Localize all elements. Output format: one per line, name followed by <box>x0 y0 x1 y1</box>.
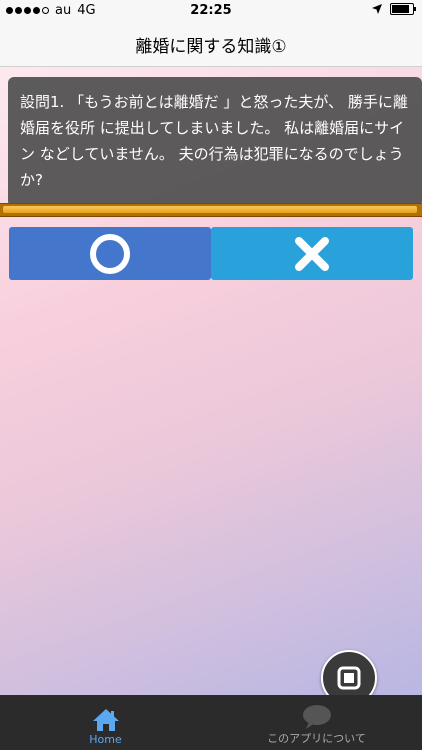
status-right <box>372 3 416 15</box>
stop-icon <box>337 666 361 690</box>
location-arrow-icon <box>372 4 382 14</box>
progress-fill <box>3 206 417 213</box>
home-icon <box>92 709 119 731</box>
tab-home[interactable]: Home <box>0 695 211 750</box>
question-text: 設問1. 「もうお前とは離婚だ 」と怒った夫が、 勝手に離婚届を役所 に提出して… <box>20 93 408 189</box>
question-card: 設問1. 「もうお前とは離婚だ 」と怒った夫が、 勝手に離婚届を役所 に提出して… <box>8 77 422 207</box>
speech-bubble-icon <box>302 705 331 729</box>
quiz-content: 設問1. 「もうお前とは離婚だ 」と怒った夫が、 勝手に離婚届を役所 に提出して… <box>0 67 422 695</box>
status-bar: au 4G 22:25 <box>0 0 422 22</box>
battery-icon <box>390 3 416 15</box>
tab-about-label: このアプリについて <box>267 732 366 745</box>
false-answer-button[interactable] <box>211 227 413 280</box>
navigation-bar: 離婚に関する知識① <box>0 22 422 67</box>
tab-home-label: Home <box>89 733 122 746</box>
progress-bar <box>0 203 422 217</box>
circle-icon <box>90 233 130 274</box>
page-title: 離婚に関する知識① <box>135 36 287 57</box>
tab-about[interactable]: このアプリについて <box>211 695 422 750</box>
cross-icon <box>295 236 329 271</box>
answer-buttons <box>9 227 413 280</box>
tab-bar: Home このアプリについて <box>0 695 422 750</box>
true-answer-button[interactable] <box>9 227 211 280</box>
status-time: 22:25 <box>190 3 232 18</box>
